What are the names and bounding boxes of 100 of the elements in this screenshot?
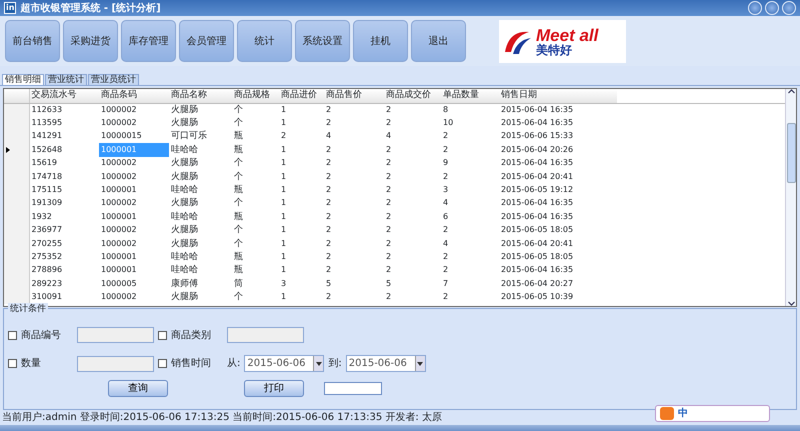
table-cell: 152648	[29, 143, 99, 157]
table-cell-text: 3	[280, 278, 288, 290]
tab[interactable]: 销售明细	[2, 74, 44, 85]
input-field[interactable]	[227, 327, 304, 343]
column-header[interactable]: 商品条码	[99, 89, 169, 103]
table-cell-text: 哇哈哈	[170, 210, 199, 224]
table-cell-text: 1000002	[100, 117, 138, 130]
table-cell-text: 2	[325, 144, 332, 156]
action-button[interactable]: 打印	[244, 380, 304, 397]
table-cell-text: 1	[280, 264, 288, 276]
table-cell-text: 1	[280, 157, 288, 170]
table-cell-text: 1000001	[100, 264, 138, 276]
table-cell-text: 1	[280, 170, 288, 183]
input-field[interactable]	[77, 356, 154, 372]
table-cell-text: 1000002	[100, 170, 138, 183]
ime-mode[interactable]: 中	[678, 406, 688, 421]
table-cell-text: 个	[233, 290, 244, 304]
date-picker[interactable]: 2015-06-06	[346, 355, 426, 372]
table-cell: 275352	[29, 250, 99, 264]
dropdown-button[interactable]	[414, 356, 425, 371]
table-cell-text: 2	[385, 184, 392, 196]
table-cell-text: 1000005	[100, 278, 138, 290]
toolbar-button[interactable]: 采购进货	[63, 20, 118, 62]
column-header[interactable]: 商品名称	[169, 89, 232, 103]
column-header[interactable]: 商品规格	[232, 89, 279, 103]
date-picker[interactable]: 2015-06-06	[244, 355, 324, 372]
current-row-marker-icon	[6, 146, 10, 153]
table-cell-text: 1	[280, 238, 288, 250]
table-cell-text: 1	[280, 224, 288, 236]
toolbar-button[interactable]: 库存管理	[121, 20, 176, 62]
table-cell-text: 1000001	[100, 210, 138, 223]
table-cell-text: 2	[385, 291, 392, 304]
toolbar-button[interactable]: 统计	[237, 20, 292, 62]
dropdown-button[interactable]	[313, 356, 324, 371]
table-cell: 112633	[29, 103, 99, 116]
toolbar-button[interactable]: 退出	[411, 20, 466, 62]
action-button[interactable]: 查询	[108, 380, 168, 397]
column-header[interactable]: 商品成交价	[384, 89, 441, 103]
table-cell-text: 2	[325, 197, 332, 210]
table-cell-text: 1000001	[100, 250, 138, 263]
minimize-button[interactable]	[748, 1, 762, 15]
table-cell-text: 2	[325, 291, 332, 304]
close-button[interactable]	[782, 1, 796, 15]
scroll-thumb[interactable]	[786, 122, 796, 182]
column-header[interactable]: 商品售价	[324, 89, 384, 103]
table-cell: 236977	[29, 224, 99, 237]
table-cell: 2	[324, 103, 384, 116]
date-value: 2015-06-06	[247, 357, 306, 371]
table-cell: 1000002	[99, 156, 169, 170]
scrollbar[interactable]	[785, 89, 796, 306]
table-cell-text: 2	[442, 144, 450, 156]
table-cell-text: 2	[442, 264, 450, 276]
column-header[interactable]: 销售日期	[499, 89, 617, 103]
restore-button[interactable]	[765, 1, 779, 15]
table-cell-text: 个	[233, 170, 244, 184]
date-label: 从:	[227, 356, 240, 371]
table-cell-text: 瓶	[233, 184, 244, 197]
scroll-up-icon[interactable]	[788, 89, 794, 94]
table-cell: 可口可乐	[169, 130, 232, 144]
column-header[interactable]: 交易流水号	[29, 89, 99, 103]
scroll-down-icon[interactable]	[788, 301, 794, 306]
table-cell-text: 6	[442, 210, 450, 223]
table-cell-text: 2	[442, 250, 450, 263]
checkbox[interactable]	[158, 330, 167, 340]
input-field[interactable]	[77, 327, 154, 343]
table-cell: 1000002	[99, 103, 169, 116]
column-header[interactable]: 单品数量	[441, 89, 499, 103]
table-cell-text: 个	[233, 238, 244, 250]
table-cell-text: 2	[442, 170, 450, 183]
table-cell-text: 2015-06-04 16:35	[500, 117, 574, 130]
table-cell-text: 2015-06-05 10:39	[500, 291, 574, 304]
tab[interactable]: 营业员统计	[88, 74, 139, 85]
table-cell-text: 10	[442, 117, 454, 130]
table-cell-text: 2015-06-04 20:41	[500, 238, 574, 250]
checkbox[interactable]	[8, 330, 17, 340]
ime-logo-icon[interactable]	[660, 407, 674, 420]
table-cell: 15619	[29, 156, 99, 170]
table-cell: 1932	[29, 210, 99, 224]
table-cell-text: 9	[442, 157, 450, 170]
table-cell-text: 4	[442, 197, 450, 210]
checkbox[interactable]	[8, 359, 17, 368]
column-header[interactable]: 商品进价	[279, 89, 324, 103]
table-cell: 个	[232, 103, 279, 116]
table-cell-text: 1000002	[100, 291, 138, 304]
input-field[interactable]	[324, 382, 382, 395]
table-cell-text: 1000002	[100, 197, 138, 210]
table-cell-text: 2	[442, 224, 450, 236]
tab[interactable]: 营业统计	[45, 74, 87, 85]
checkbox[interactable]	[158, 359, 167, 368]
table-cell-text: 2	[280, 130, 288, 142]
table-cell-text: 2	[385, 144, 392, 156]
toolbar-button[interactable]: 会员管理	[179, 20, 234, 62]
table-cell-text: 个	[233, 116, 244, 130]
table-cell-text: 2	[325, 264, 332, 276]
toolbar-button[interactable]: 挂机	[353, 20, 408, 62]
table-cell-text: 1	[280, 210, 288, 223]
table-cell-text: 2015-06-05 18:05	[500, 250, 574, 263]
toolbar-button[interactable]: 前台销售	[5, 20, 60, 62]
table-cell: 哇哈哈	[169, 143, 232, 157]
toolbar-button[interactable]: 系统设置	[295, 20, 350, 62]
